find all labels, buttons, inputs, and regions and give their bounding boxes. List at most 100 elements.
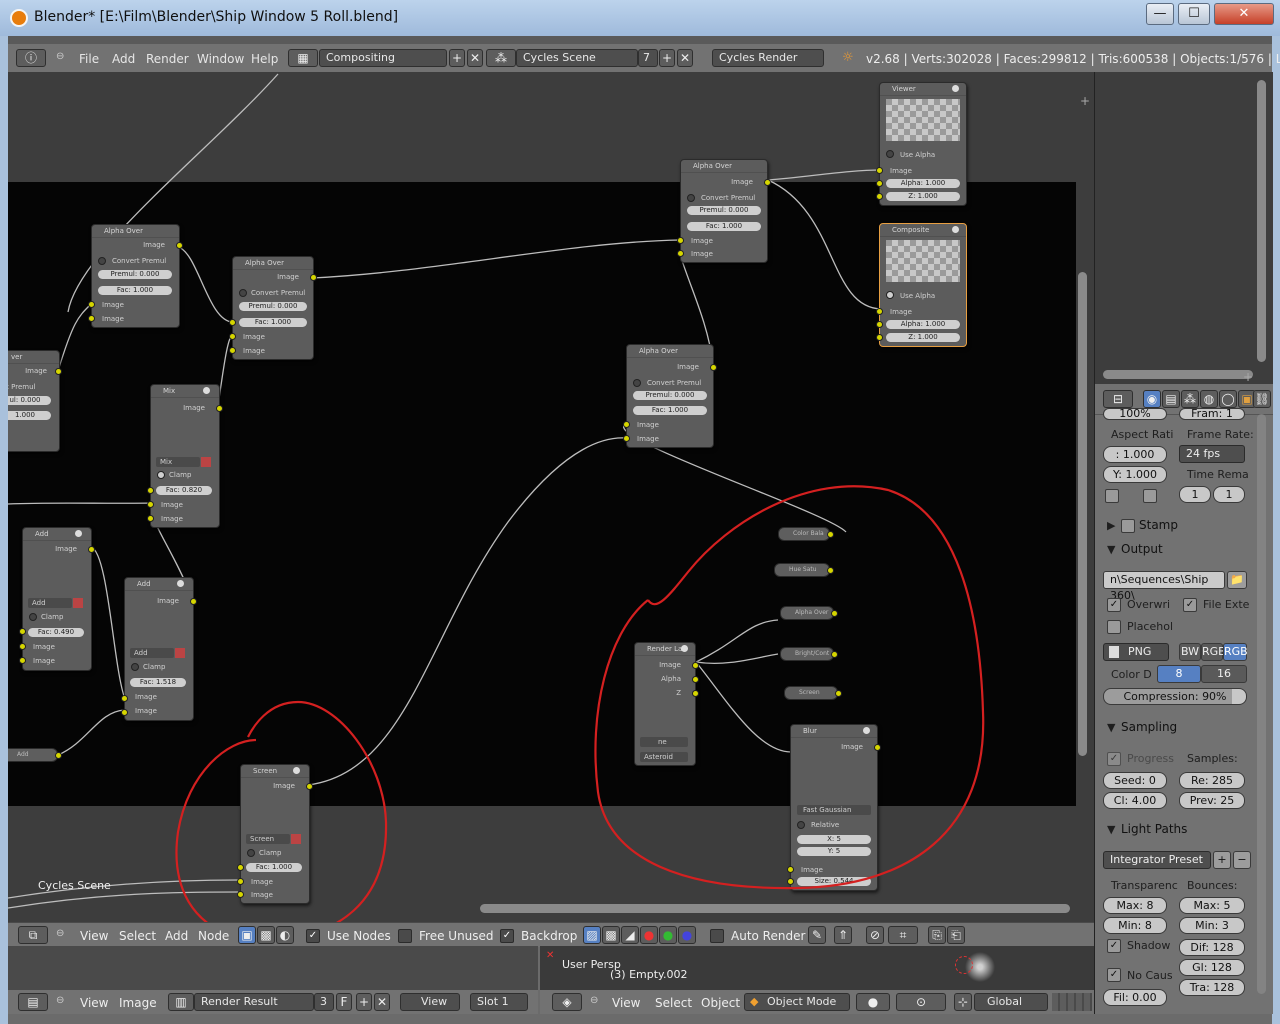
output-path-field[interactable]: n\Sequences\Ship 360\ bbox=[1103, 571, 1225, 602]
scene-icon[interactable]: ⁂ bbox=[486, 49, 516, 67]
viewport-shading-icon[interactable]: ● bbox=[856, 993, 890, 1011]
menu-node[interactable]: Node bbox=[198, 929, 229, 943]
aspect-x-field[interactable]: : 1.000 bbox=[1103, 446, 1167, 463]
color-depth-16-button[interactable]: 16 bbox=[1201, 665, 1247, 683]
menu-image[interactable]: Image bbox=[119, 996, 157, 1010]
transform-orientation-dropdown[interactable]: Global bbox=[974, 993, 1048, 1011]
image-editor-area[interactable] bbox=[8, 946, 538, 990]
collapse-menu-icon[interactable]: ⊖ bbox=[590, 995, 598, 1006]
render-engine-dropdown[interactable]: Cycles Render bbox=[712, 49, 824, 67]
menu-add[interactable]: Add bbox=[112, 52, 135, 66]
slot-dropdown[interactable]: Slot 1 bbox=[470, 993, 528, 1011]
resolution-percentage-field[interactable]: 100% bbox=[1103, 408, 1167, 420]
color-mode-bw-button[interactable]: BW bbox=[1179, 643, 1201, 661]
unlink-image-icon[interactable]: ✕ bbox=[374, 993, 390, 1011]
menu-window[interactable]: Window bbox=[197, 52, 244, 66]
free-unused-checkbox[interactable] bbox=[398, 929, 412, 943]
add-screen-icon[interactable]: + bbox=[449, 49, 465, 67]
editor-type-node-icon[interactable]: ⧉ bbox=[18, 926, 48, 944]
menu-file[interactable]: File bbox=[79, 52, 99, 66]
add-preset-icon[interactable]: + bbox=[1213, 851, 1231, 869]
sampling-panel-arrow-icon[interactable]: ▼ bbox=[1107, 721, 1115, 734]
editor-type-3d-icon[interactable]: ◈ bbox=[552, 993, 582, 1011]
scene-field[interactable]: Cycles Scene bbox=[516, 49, 638, 67]
overwrite-checkbox[interactable]: ✓ bbox=[1107, 598, 1121, 612]
upper-right-editor[interactable]: + bbox=[1094, 72, 1273, 384]
backdrop-green-channel-icon[interactable]: ● bbox=[659, 926, 677, 944]
fake-user-button[interactable]: F bbox=[336, 993, 352, 1011]
region-expand-icon[interactable]: + bbox=[1080, 94, 1090, 108]
color-mode-rgb-button[interactable]: RGB bbox=[1201, 643, 1226, 661]
stamp-panel-title[interactable]: Stamp bbox=[1139, 518, 1178, 532]
backdrop-checkbox[interactable]: ✓ bbox=[500, 929, 514, 943]
aspect-y-field[interactable]: Y: 1.000 bbox=[1103, 466, 1167, 483]
backdrop-mono-icon[interactable]: ◢ bbox=[621, 926, 639, 944]
horizontal-scrollbar[interactable] bbox=[1103, 370, 1253, 379]
screen-layout-icon[interactable]: ▦ bbox=[288, 49, 318, 67]
menu-add[interactable]: Add bbox=[165, 929, 188, 943]
image-name-field[interactable]: Render Result bbox=[194, 993, 314, 1011]
menu-select[interactable]: Select bbox=[119, 929, 156, 943]
browse-image-icon[interactable]: ▥ bbox=[168, 993, 194, 1011]
pin-icon[interactable]: ✎ bbox=[808, 926, 826, 944]
time-remap-new-field[interactable]: 1 bbox=[1213, 486, 1245, 503]
remove-preset-icon[interactable]: − bbox=[1233, 851, 1251, 869]
clamp-field[interactable]: Cl: 4.00 bbox=[1103, 792, 1167, 809]
compression-slider[interactable]: Compression: 90% bbox=[1103, 688, 1247, 705]
vertical-scrollbar[interactable] bbox=[1257, 414, 1266, 994]
light-paths-panel-arrow-icon[interactable]: ▼ bbox=[1107, 823, 1115, 836]
snap-element-icon[interactable]: ⌗ bbox=[888, 926, 918, 944]
delete-scene-icon[interactable]: ✕ bbox=[677, 49, 693, 67]
close-button[interactable]: ✕ bbox=[1214, 3, 1274, 25]
border-checkbox[interactable] bbox=[1105, 489, 1119, 503]
integrator-preset-dropdown[interactable]: Integrator Preset bbox=[1103, 851, 1211, 869]
file-browse-icon[interactable]: 📁 bbox=[1227, 571, 1247, 589]
file-extensions-checkbox[interactable]: ✓ bbox=[1183, 598, 1197, 612]
menu-view[interactable]: View bbox=[612, 996, 640, 1010]
glossy-bounces-field[interactable]: Gl: 128 bbox=[1179, 959, 1245, 976]
light-paths-panel-title[interactable]: Light Paths bbox=[1121, 822, 1187, 836]
diffuse-bounces-field[interactable]: Dif: 128 bbox=[1179, 939, 1245, 956]
tab-scene-icon[interactable]: ⁂ bbox=[1181, 390, 1199, 408]
3d-viewport[interactable]: ✕ User Persp (3) Empty.002 bbox=[540, 946, 1094, 990]
paste-nodes-icon[interactable]: ⎗ bbox=[947, 926, 965, 944]
parent-tree-icon[interactable]: ⇑ bbox=[834, 926, 852, 944]
screen-layout-field[interactable]: Compositing bbox=[319, 49, 447, 67]
crop-checkbox[interactable] bbox=[1143, 489, 1157, 503]
view-mode-dropdown[interactable]: View bbox=[400, 993, 460, 1011]
backdrop-color-icon[interactable]: ▨ bbox=[583, 926, 601, 944]
layers-grid[interactable] bbox=[1052, 993, 1092, 1011]
output-panel-title[interactable]: Output bbox=[1121, 542, 1163, 556]
add-scene-icon[interactable]: + bbox=[659, 49, 675, 67]
backdrop-red-channel-icon[interactable]: ● bbox=[640, 926, 658, 944]
texture-nodes-icon[interactable]: ◐ bbox=[276, 926, 294, 944]
menu-view[interactable]: View bbox=[80, 996, 108, 1010]
auto-render-checkbox[interactable] bbox=[710, 929, 724, 943]
pivot-point-icon[interactable]: ⊙ bbox=[896, 993, 946, 1011]
tab-render-layers-icon[interactable]: ▤ bbox=[1162, 390, 1180, 408]
sampling-panel-title[interactable]: Sampling bbox=[1121, 720, 1177, 734]
vertical-scrollbar[interactable] bbox=[1257, 80, 1266, 362]
object-mode-dropdown[interactable]: Object Mode bbox=[744, 993, 850, 1011]
tab-render-icon[interactable]: ◉ bbox=[1143, 390, 1161, 408]
output-panel-arrow-icon[interactable]: ▼ bbox=[1107, 543, 1115, 556]
transparency-max-field[interactable]: Max: 8 bbox=[1103, 897, 1167, 914]
bounces-max-field[interactable]: Max: 5 bbox=[1179, 897, 1245, 914]
frame-field[interactable]: Fram: 1 bbox=[1179, 408, 1245, 420]
menu-render[interactable]: Render bbox=[146, 52, 189, 66]
editor-type-image-icon[interactable]: ▤ bbox=[18, 993, 48, 1011]
minimize-button[interactable]: — bbox=[1146, 3, 1174, 25]
menu-select[interactable]: Select bbox=[655, 996, 692, 1010]
stamp-panel-arrow-icon[interactable]: ▶ bbox=[1107, 519, 1115, 532]
tab-world-icon[interactable]: ◍ bbox=[1200, 390, 1218, 408]
use-nodes-checkbox[interactable]: ✓ bbox=[306, 929, 320, 943]
progressive-checkbox[interactable]: ✓ bbox=[1107, 752, 1121, 766]
editor-type-info-icon[interactable]: ⓘ bbox=[16, 49, 46, 67]
color-depth-8-button[interactable]: 8 bbox=[1157, 665, 1201, 683]
filter-glossy-field[interactable]: Fil: 0.00 bbox=[1103, 989, 1167, 1006]
no-caustics-checkbox[interactable]: ✓ bbox=[1107, 968, 1121, 982]
transmission-bounces-field[interactable]: Tra: 128 bbox=[1179, 979, 1245, 996]
placeholders-checkbox[interactable] bbox=[1107, 620, 1121, 634]
backdrop-alpha-icon[interactable]: ▩ bbox=[602, 926, 620, 944]
render-samples-field[interactable]: Re: 285 bbox=[1179, 772, 1245, 789]
